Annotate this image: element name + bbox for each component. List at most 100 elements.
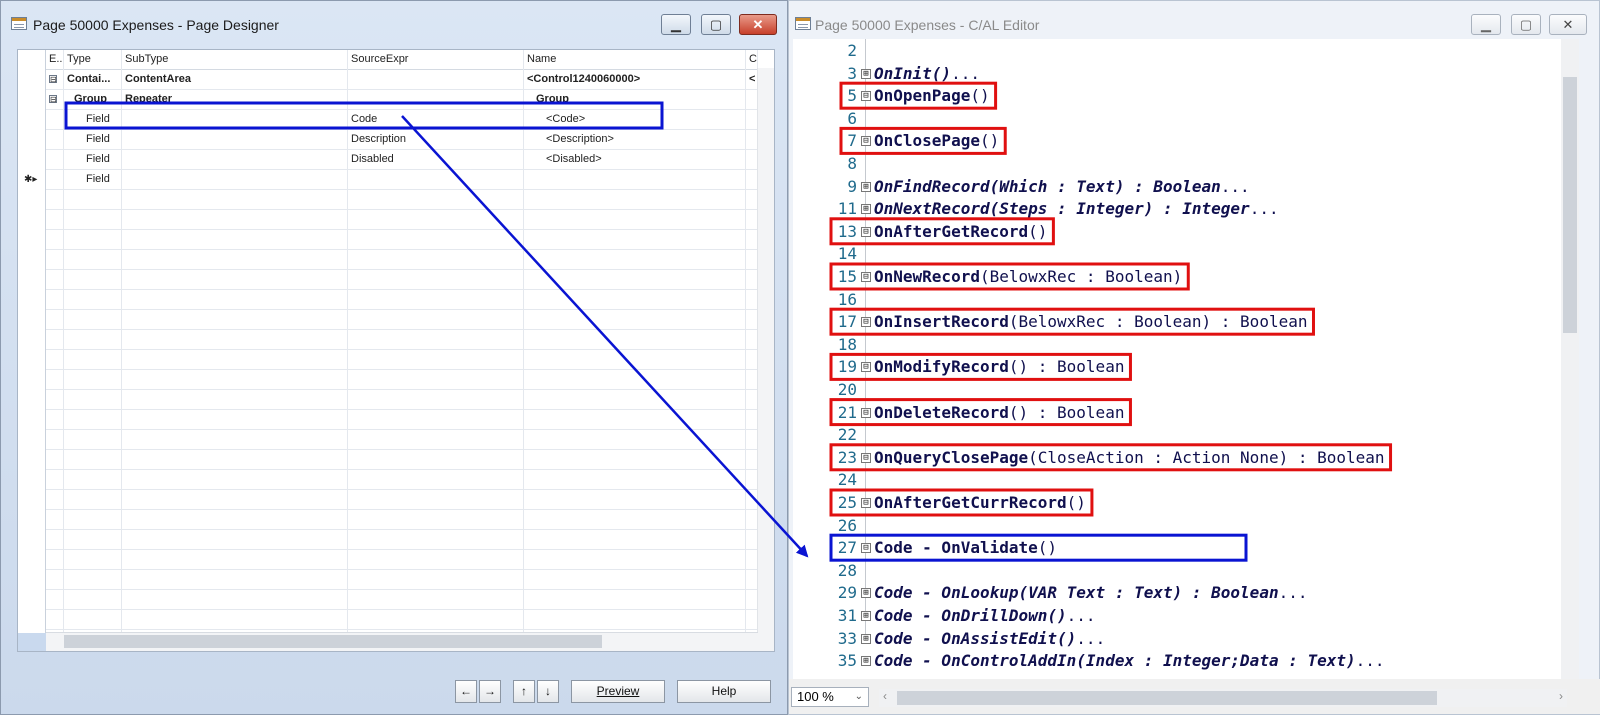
cell-sourceexpr[interactable] [348, 170, 524, 190]
empty-cell[interactable] [122, 590, 348, 610]
empty-cell[interactable] [64, 290, 122, 310]
empty-cell[interactable] [122, 530, 348, 550]
empty-cell[interactable] [64, 350, 122, 370]
empty-cell[interactable] [524, 490, 746, 510]
code-line[interactable]: 14 [793, 242, 1553, 265]
empty-cell[interactable] [348, 590, 524, 610]
empty-cell[interactable] [64, 430, 122, 450]
cell-name[interactable]: <Disabled> [524, 150, 746, 170]
cell-subtype[interactable] [122, 150, 348, 170]
empty-cell[interactable] [64, 570, 122, 590]
empty-cell[interactable] [122, 390, 348, 410]
empty-cell[interactable] [64, 510, 122, 530]
empty-cell[interactable] [524, 410, 746, 430]
empty-grid-row[interactable] [18, 590, 758, 610]
cell-sourceexpr[interactable]: Description [348, 130, 524, 150]
code-line[interactable]: 9 ⊞ OnFindRecord(Which : Text) : Boolean..… [793, 175, 1553, 198]
empty-cell[interactable] [524, 270, 746, 290]
empty-cell[interactable] [524, 290, 746, 310]
minimize-button[interactable]: ▁ [661, 14, 691, 35]
code-line[interactable]: 18 [793, 333, 1553, 356]
row-selector[interactable] [18, 150, 46, 170]
empty-cell[interactable] [46, 450, 64, 470]
expand-icon[interactable]: ⊞ [861, 204, 871, 215]
row-toggle[interactable]: ⊟ [46, 90, 64, 110]
cell-sourceexpr[interactable] [348, 70, 524, 90]
editor-maximize-button[interactable]: ▢ [1511, 14, 1541, 35]
row-selector[interactable] [18, 190, 46, 210]
empty-cell[interactable] [46, 190, 64, 210]
empty-cell[interactable] [46, 430, 64, 450]
code-line[interactable]: 28 [793, 559, 1553, 582]
table-row[interactable]: ⊟ Contai... ContentArea <Control12400600… [18, 70, 758, 90]
row-selector[interactable] [18, 470, 46, 490]
empty-cell[interactable] [348, 610, 524, 630]
cell-name[interactable]: <Code> [524, 110, 746, 130]
collapse-icon[interactable]: ⊟ [861, 136, 871, 147]
empty-cell[interactable] [46, 590, 64, 610]
code-line[interactable]: 23 ⊟ OnQueryClosePage(CloseAction : Action… [793, 446, 1553, 469]
row-selector[interactable] [18, 430, 46, 450]
table-row[interactable]: ✱▸ Field [18, 170, 758, 190]
empty-grid-row[interactable] [18, 250, 758, 270]
code-line[interactable]: 17 ⊟ OnInsertRecord(BelowxRec : Boolean) :… [793, 310, 1553, 333]
expand-icon[interactable]: ⊞ [861, 68, 871, 79]
code-line[interactable]: 7 ⊟ OnClosePage() [793, 129, 1553, 152]
cell-sourceexpr[interactable]: Disabled [348, 150, 524, 170]
empty-cell[interactable] [348, 550, 524, 570]
empty-cell[interactable] [64, 230, 122, 250]
help-button[interactable]: Help [677, 680, 771, 703]
empty-cell[interactable] [64, 190, 122, 210]
empty-cell[interactable] [122, 570, 348, 590]
code-editor[interactable]: 2 3 ⊞ OnInit()... 5 ⊟ OnOpenPage() 6 7 ⊟ OnClosePa… [793, 39, 1579, 681]
empty-grid-row[interactable] [18, 290, 758, 310]
empty-cell[interactable] [524, 570, 746, 590]
empty-cell[interactable] [64, 270, 122, 290]
empty-cell[interactable] [122, 230, 348, 250]
cell-name[interactable]: <Description> [524, 130, 746, 150]
empty-cell[interactable] [524, 450, 746, 470]
code-line[interactable]: 21 ⊟ OnDeleteRecord() : Boolean [793, 401, 1553, 424]
row-selector[interactable] [18, 130, 46, 150]
empty-grid-row[interactable] [18, 550, 758, 570]
empty-cell[interactable] [348, 570, 524, 590]
empty-grid-row[interactable] [18, 410, 758, 430]
empty-cell[interactable] [64, 550, 122, 570]
empty-grid-row[interactable] [18, 210, 758, 230]
cell-type[interactable]: Field [64, 130, 122, 150]
empty-cell[interactable] [348, 510, 524, 530]
cell-type[interactable]: Field [64, 150, 122, 170]
empty-cell[interactable] [64, 330, 122, 350]
empty-cell[interactable] [122, 430, 348, 450]
code-line[interactable]: 5 ⊟ OnOpenPage() [793, 84, 1553, 107]
collapse-icon[interactable]: ⊟ [861, 498, 871, 508]
code-line[interactable]: 33 ⊞ Code - OnAssistEdit()... [793, 627, 1553, 650]
empty-grid-row[interactable] [18, 530, 758, 550]
row-selector[interactable] [18, 510, 46, 530]
empty-grid-row[interactable] [18, 270, 758, 290]
empty-cell[interactable] [524, 470, 746, 490]
cell-subtype[interactable]: ContentArea [122, 70, 348, 90]
empty-cell[interactable] [524, 510, 746, 530]
cell-name[interactable]: <Control1240060000> [524, 70, 746, 90]
editor-horizontal-scroll-thumb[interactable] [897, 691, 1437, 705]
collapse-icon[interactable]: ⊟ [861, 91, 871, 102]
empty-cell[interactable] [348, 290, 524, 310]
empty-grid-row[interactable] [18, 510, 758, 530]
empty-cell[interactable] [348, 390, 524, 410]
empty-cell[interactable] [122, 550, 348, 570]
empty-grid-row[interactable] [18, 310, 758, 330]
code-line[interactable]: 6 [793, 107, 1553, 130]
cell-sourceexpr[interactable]: Code [348, 110, 524, 130]
row-selector[interactable] [18, 370, 46, 390]
grid-horizontal-scroll-thumb[interactable] [64, 635, 602, 648]
empty-cell[interactable] [46, 370, 64, 390]
row-selector[interactable] [18, 350, 46, 370]
cell-type[interactable]: Field [64, 110, 122, 130]
editor-horizontal-scrollbar[interactable]: ‹ › [879, 689, 1567, 707]
table-row[interactable]: Field Code <Code> [18, 110, 758, 130]
empty-cell[interactable] [524, 350, 746, 370]
code-line[interactable]: 31 ⊞ Code - OnDrillDown()... [793, 604, 1553, 627]
empty-cell[interactable] [64, 490, 122, 510]
empty-cell[interactable] [524, 310, 746, 330]
